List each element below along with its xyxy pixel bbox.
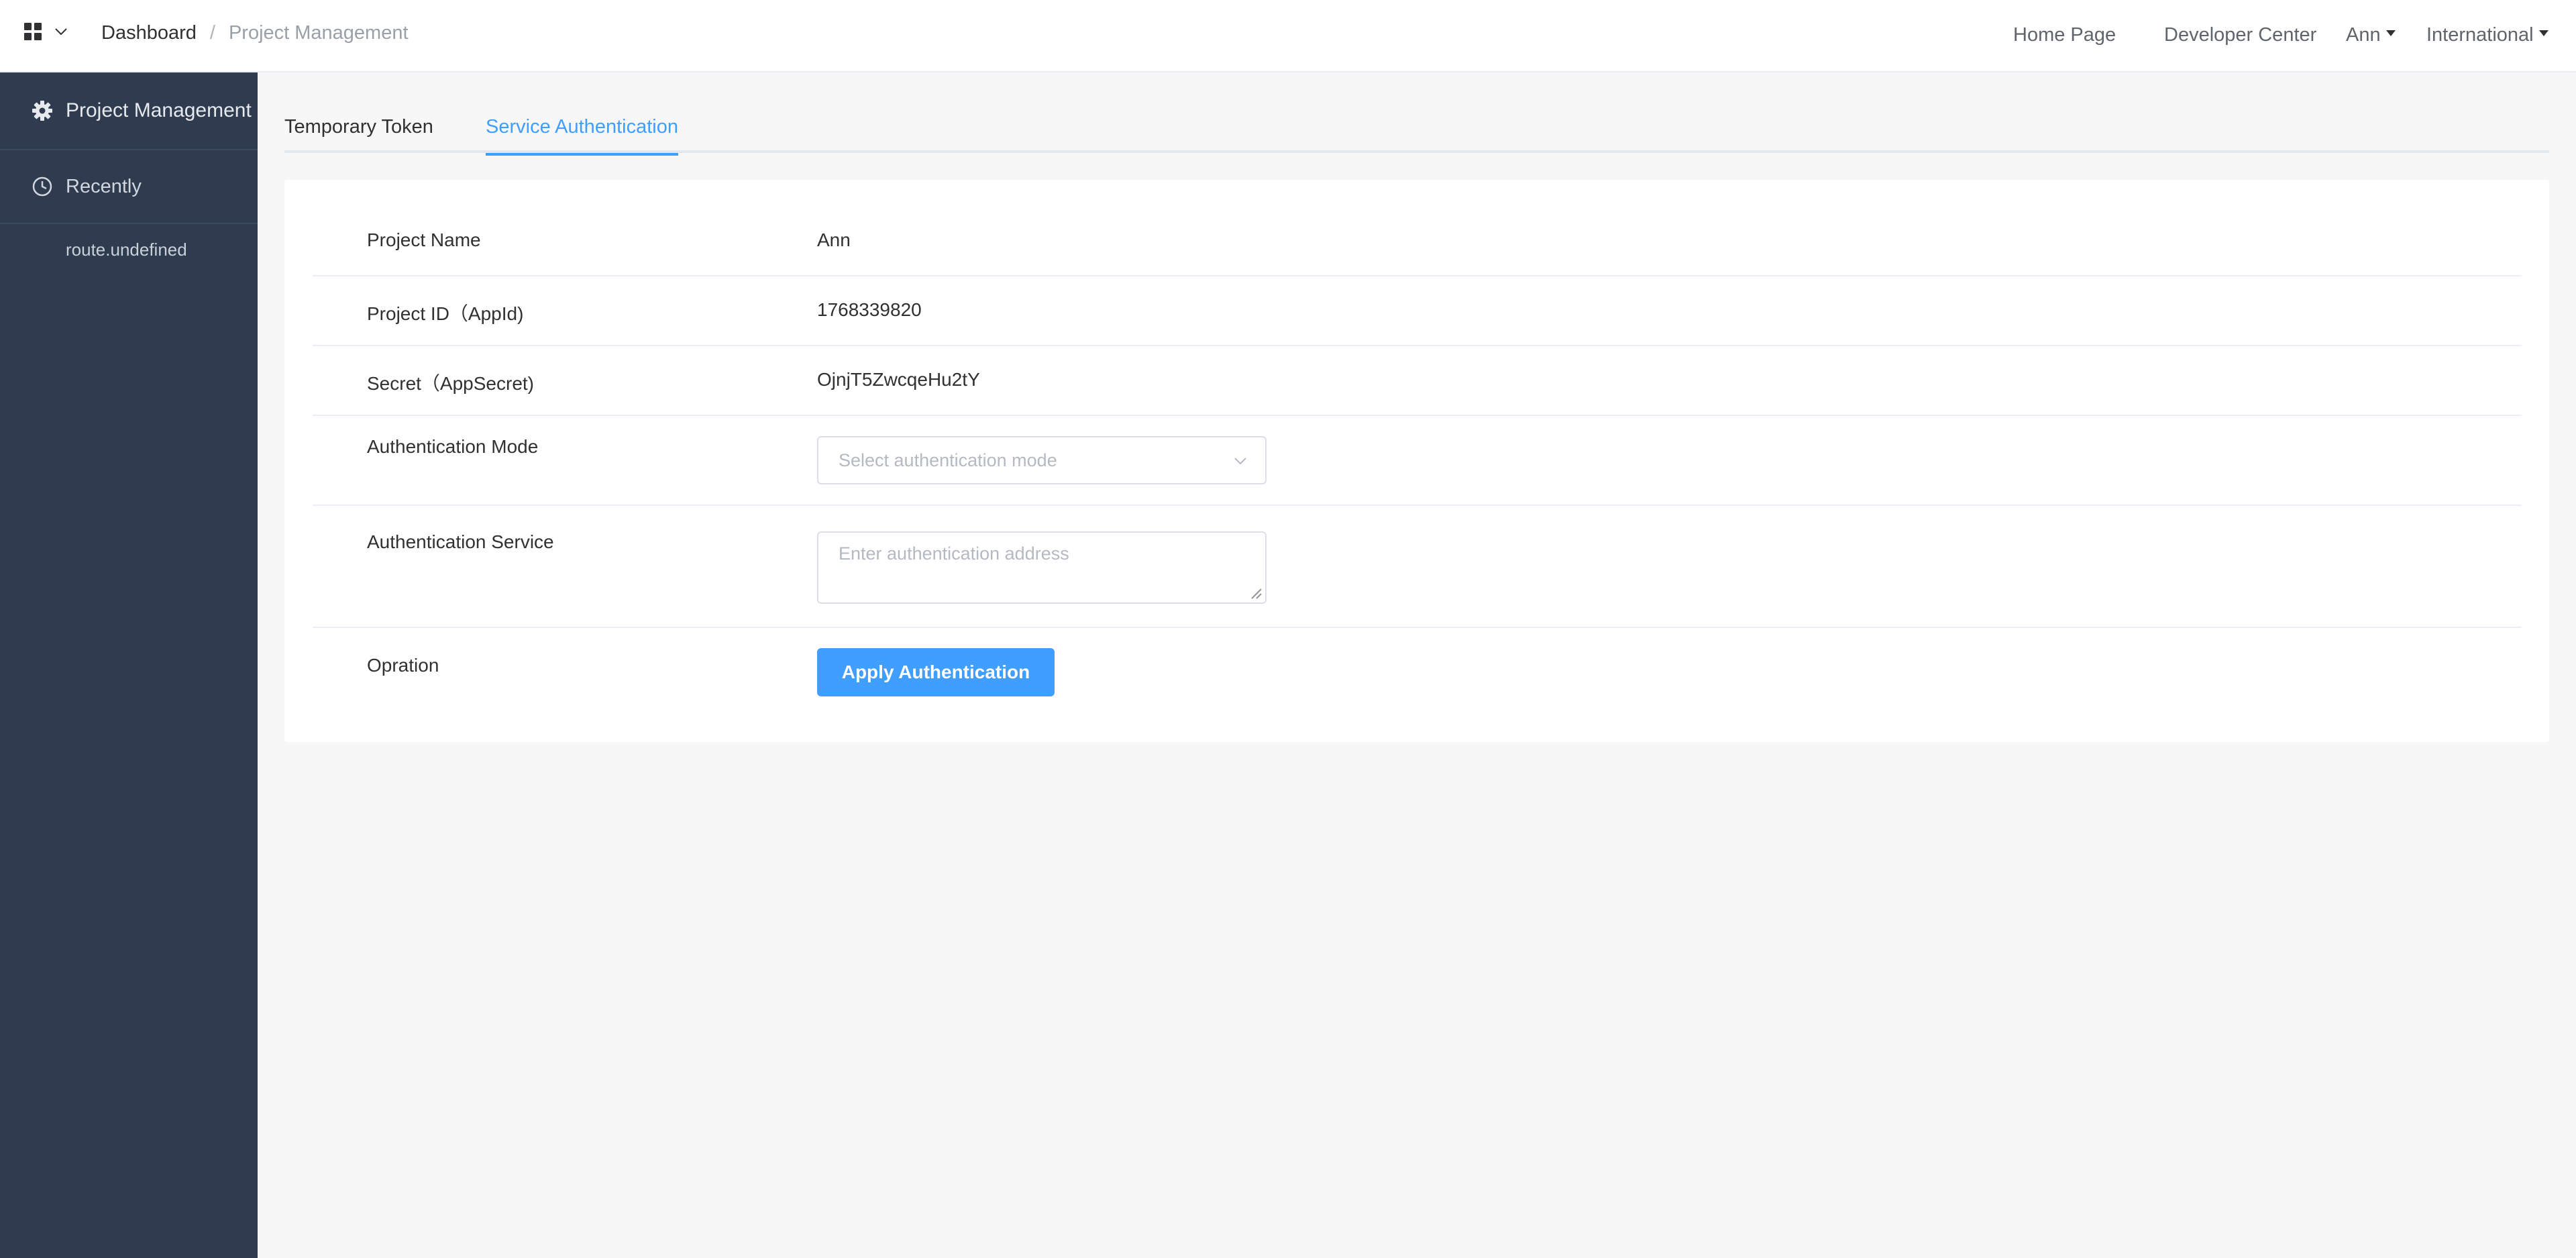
form-row-secret: Secret（AppSecret) OjnjT5ZwcqeHu2tY xyxy=(313,346,2522,416)
tab-temporary-token[interactable]: Temporary Token xyxy=(284,101,433,153)
gear-icon xyxy=(31,99,54,122)
nav-home-page[interactable]: Home Page xyxy=(2013,24,2116,46)
project-name-label: Project Name xyxy=(367,229,481,250)
form-row-auth-mode: Authentication Mode Select authenticatio… xyxy=(313,416,2522,506)
form-row-operation: Opration Apply Authentication xyxy=(313,628,2522,715)
auth-mode-select[interactable]: Select authentication mode xyxy=(817,436,1267,484)
auth-service-label: Authentication Service xyxy=(367,531,554,552)
form-row-auth-service: Authentication Service Enter authenticat… xyxy=(313,506,2522,628)
caret-down-icon xyxy=(2538,30,2548,36)
nav-developer-center[interactable]: Developer Center xyxy=(2164,24,2316,46)
grid-icon[interactable] xyxy=(24,23,42,40)
resize-grip-icon[interactable] xyxy=(1248,585,1263,600)
project-name-value: Ann xyxy=(817,229,851,250)
secret-value: OjnjT5ZwcqeHu2tY xyxy=(817,369,980,390)
region-menu[interactable]: International xyxy=(2426,24,2548,46)
apply-authentication-button[interactable]: Apply Authentication xyxy=(817,648,1055,696)
caret-down-icon xyxy=(2385,30,2396,36)
app-switcher[interactable] xyxy=(24,23,68,40)
project-id-label: Project ID（AppId) xyxy=(367,303,524,324)
form-row-project-id: Project ID（AppId) 1768339820 xyxy=(313,276,2522,346)
breadcrumb-current: Project Management xyxy=(228,21,409,44)
sidebar-item-project-management[interactable]: Project Management xyxy=(0,72,258,150)
operation-label: Opration xyxy=(367,655,439,676)
auth-service-textarea[interactable]: Enter authentication address xyxy=(817,531,1267,604)
sidebar: Project Management Recently route.undefi… xyxy=(0,72,258,1258)
user-name: Ann xyxy=(2346,23,2381,46)
auth-service-placeholder: Enter authentication address xyxy=(839,543,1069,564)
breadcrumb: Dashboard / Project Management xyxy=(101,0,409,66)
clock-icon xyxy=(31,175,54,198)
region-name: International xyxy=(2426,23,2534,46)
auth-mode-label: Authentication Mode xyxy=(367,436,539,457)
tab-service-authentication[interactable]: Service Authentication xyxy=(486,101,678,156)
form-row-project-name: Project Name Ann xyxy=(313,207,2522,276)
top-bar: Dashboard / Project Management Home Page… xyxy=(0,0,2576,72)
breadcrumb-separator: / xyxy=(209,21,215,44)
user-menu[interactable]: Ann xyxy=(2346,24,2396,46)
chevron-down-icon xyxy=(1234,458,1246,465)
breadcrumb-dashboard[interactable]: Dashboard xyxy=(101,22,197,44)
chevron-down-icon[interactable] xyxy=(54,24,68,39)
auth-card: Project Name Ann Project ID（AppId) 17683… xyxy=(284,180,2549,742)
sidebar-item-recently[interactable]: Recently xyxy=(0,150,258,224)
auth-mode-placeholder: Select authentication mode xyxy=(839,450,1057,470)
sidebar-item-label: Recently xyxy=(66,175,142,197)
project-id-value: 1768339820 xyxy=(817,299,922,320)
sidebar-recent-link[interactable]: route.undefined xyxy=(0,224,258,275)
tab-bar: Temporary Token Service Authentication xyxy=(284,101,2549,156)
sidebar-item-label: Project Management xyxy=(66,99,252,121)
secret-label: Secret（AppSecret) xyxy=(367,373,534,394)
